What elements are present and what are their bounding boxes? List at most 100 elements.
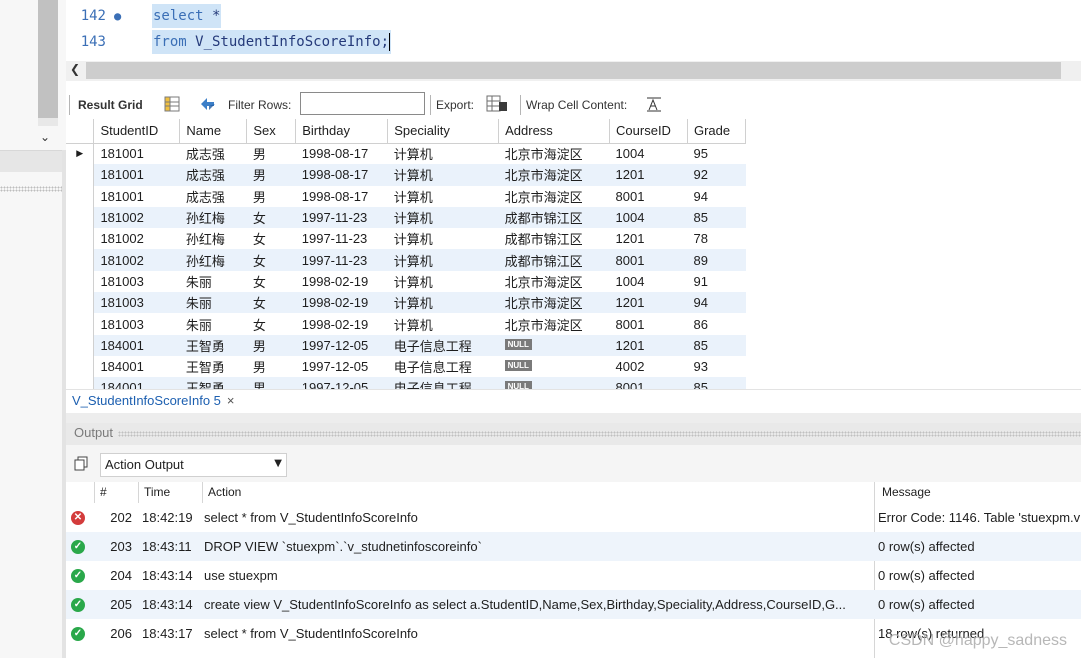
- result-grid-tab[interactable]: Result Grid: [78, 96, 143, 114]
- table-cell[interactable]: 1997-11-23: [295, 206, 388, 229]
- column-header-action[interactable]: Action: [208, 482, 241, 503]
- table-cell[interactable]: 8001: [610, 313, 688, 334]
- table-cell[interactable]: 1201: [610, 228, 688, 249]
- row-selector[interactable]: [66, 292, 95, 314]
- table-cell[interactable]: 181002: [94, 228, 180, 249]
- table-cell[interactable]: NULL: [498, 334, 610, 356]
- table-row[interactable]: ▶ 181001 成志强男 1998-08-17 计算机 北京市海淀区 1004 95: [66, 143, 746, 165]
- tab-result-view[interactable]: V_StudentInfoScoreInfo 5 ×: [66, 390, 240, 413]
- table-cell[interactable]: 电子信息工程: [387, 334, 499, 356]
- copy-icon[interactable]: [74, 456, 88, 471]
- column-header[interactable]: Birthday: [295, 119, 389, 144]
- column-header-time[interactable]: Time: [144, 482, 170, 503]
- table-cell[interactable]: 孙红梅: [179, 249, 247, 271]
- table-cell[interactable]: 王智勇: [179, 377, 247, 389]
- table-cell[interactable]: 93: [687, 356, 745, 377]
- table-cell[interactable]: 184001: [93, 334, 180, 356]
- table-cell[interactable]: NULL: [499, 356, 610, 377]
- table-cell[interactable]: 计算机: [387, 164, 499, 186]
- table-cell[interactable]: 计算机: [388, 228, 499, 249]
- table-cell[interactable]: 孙红梅: [180, 228, 247, 249]
- table-cell[interactable]: 北京市海淀区: [499, 313, 610, 334]
- table-cell[interactable]: 孙红梅: [179, 206, 247, 229]
- table-cell[interactable]: 成都市锦江区: [499, 228, 610, 249]
- row-selector[interactable]: [66, 270, 95, 293]
- output-row[interactable]: ✓ 205 18:43:14 create view V_StudentInfoSco…: [66, 590, 1081, 619]
- editor-scrollbar-thumb[interactable]: [86, 62, 1061, 79]
- row-selector[interactable]: ▶: [66, 143, 95, 165]
- table-cell[interactable]: 北京市海淀区: [499, 271, 610, 292]
- table-cell[interactable]: 计算机: [388, 313, 499, 334]
- table-cell[interactable]: 王智勇: [179, 334, 247, 356]
- left-scrollbar-thumb[interactable]: [38, 0, 58, 118]
- row-selector[interactable]: [66, 355, 95, 378]
- table-cell[interactable]: 1004: [610, 271, 688, 292]
- grid-layout-icon[interactable]: [164, 95, 180, 113]
- table-cell[interactable]: 95: [687, 143, 745, 164]
- table-cell[interactable]: 1201: [609, 334, 688, 356]
- table-cell[interactable]: 成志强: [180, 143, 247, 164]
- output-row[interactable]: ✓ 204 18:43:14 use stuexpm 0 row(s) affected: [66, 561, 1081, 590]
- table-cell[interactable]: 朱丽: [179, 292, 247, 314]
- table-cell[interactable]: 计算机: [388, 186, 499, 207]
- sql-code[interactable]: select *: [152, 4, 222, 28]
- output-row[interactable]: ✕ 202 18:42:19 select * from V_StudentInfoS…: [66, 503, 1081, 532]
- result-grid[interactable]: StudentID Name Sex Birthday Speciality A…: [66, 119, 746, 389]
- table-row[interactable]: 184001 王智勇男 1997-12-05 电子信息工程 NULL 8001 85: [66, 377, 746, 389]
- table-cell[interactable]: 184001: [93, 377, 180, 389]
- table-cell[interactable]: 计算机: [387, 206, 499, 229]
- table-row[interactable]: 181003 朱丽女 1998-02-19 计算机 北京市海淀区 1201 94: [66, 292, 746, 314]
- row-selector[interactable]: [66, 164, 95, 186]
- table-cell[interactable]: 1004: [610, 143, 688, 164]
- column-header[interactable]: CourseID: [609, 119, 688, 144]
- row-selector[interactable]: [66, 334, 95, 356]
- table-cell[interactable]: 1997-11-23: [296, 228, 388, 249]
- table-cell[interactable]: 92: [687, 164, 746, 186]
- table-row[interactable]: 181003 朱丽女 1998-02-19 计算机 北京市海淀区 1004 91: [66, 270, 746, 293]
- table-cell[interactable]: 1998-08-17: [295, 164, 388, 186]
- table-row[interactable]: 181003 朱丽女 1998-02-19 计算机 北京市海淀区 8001 86: [66, 313, 746, 335]
- output-type-select[interactable]: Action Output ▼: [100, 453, 287, 477]
- table-cell[interactable]: 94: [687, 292, 746, 314]
- column-header-message[interactable]: Message: [882, 482, 931, 503]
- table-cell[interactable]: 85: [687, 206, 746, 229]
- table-cell[interactable]: 89: [687, 249, 746, 271]
- table-cell[interactable]: 1201: [609, 164, 688, 186]
- table-cell[interactable]: 电子信息工程: [388, 356, 499, 377]
- table-cell[interactable]: 女: [246, 206, 296, 229]
- column-header[interactable]: Speciality: [387, 119, 500, 144]
- row-selector[interactable]: [66, 377, 95, 389]
- table-cell[interactable]: 男: [246, 164, 296, 186]
- table-cell[interactable]: 181003: [93, 292, 180, 314]
- table-cell[interactable]: 1997-12-05: [295, 377, 388, 389]
- table-cell[interactable]: NULL: [498, 377, 610, 389]
- table-cell[interactable]: 男: [247, 143, 296, 164]
- close-icon[interactable]: ×: [227, 393, 235, 408]
- table-cell[interactable]: 184001: [94, 356, 180, 377]
- table-cell[interactable]: 朱丽: [180, 271, 247, 292]
- table-cell[interactable]: 181003: [94, 313, 180, 334]
- table-row[interactable]: 181002 孙红梅女 1997-11-23 计算机 成都市锦江区 1004 85: [66, 206, 746, 229]
- table-cell[interactable]: 4002: [610, 356, 688, 377]
- table-cell[interactable]: 女: [247, 228, 296, 249]
- output-panel-grip[interactable]: [118, 431, 1081, 437]
- column-header[interactable]: Address: [498, 119, 611, 144]
- table-cell[interactable]: 86: [687, 313, 745, 334]
- row-selector[interactable]: [66, 206, 95, 229]
- editor-horizontal-scrollbar[interactable]: ❮: [66, 61, 1081, 81]
- table-row[interactable]: 181001 成志强男 1998-08-17 计算机 北京市海淀区 8001 94: [66, 185, 746, 207]
- table-cell[interactable]: 成都市锦江区: [498, 206, 610, 229]
- table-cell[interactable]: 181001: [94, 143, 180, 164]
- refresh-icon[interactable]: [198, 95, 218, 113]
- table-cell[interactable]: 1004: [609, 206, 688, 229]
- wrap-text-icon[interactable]: [646, 95, 662, 113]
- column-header[interactable]: StudentID: [93, 119, 181, 144]
- table-cell[interactable]: 男: [247, 356, 296, 377]
- filter-rows-input[interactable]: [300, 92, 425, 115]
- column-header-num[interactable]: #: [100, 482, 107, 503]
- table-cell[interactable]: 1998-08-17: [296, 143, 388, 164]
- row-selector[interactable]: [66, 185, 95, 207]
- table-cell[interactable]: 85: [687, 334, 746, 356]
- table-cell[interactable]: 1997-12-05: [296, 356, 388, 377]
- table-cell[interactable]: 计算机: [388, 271, 499, 292]
